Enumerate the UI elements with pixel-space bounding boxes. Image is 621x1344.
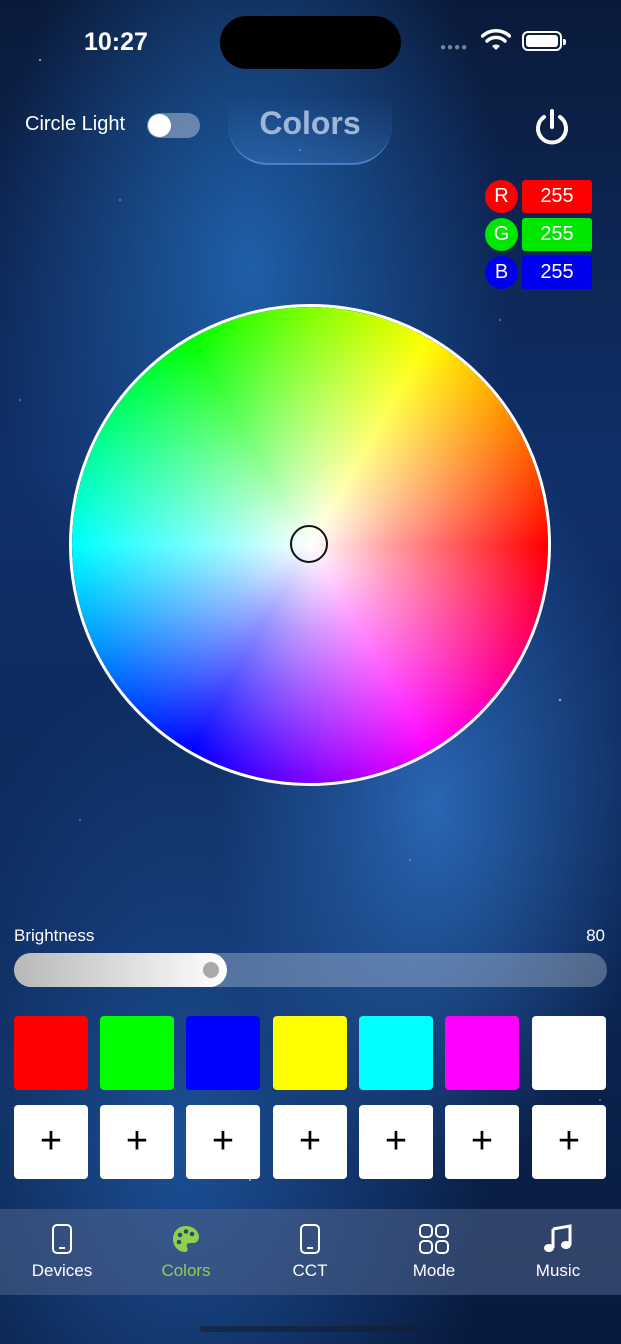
tab-label: Mode — [412, 1261, 456, 1280]
tab-label: Music — [535, 1261, 581, 1280]
status-bar: 10:27 ●●●● — [0, 0, 621, 86]
phone-icon — [300, 1224, 320, 1254]
circle-light-toggle[interactable] — [147, 113, 200, 138]
rgb-value-field[interactable]: 255 — [522, 180, 592, 213]
battery-icon — [522, 31, 566, 51]
rgb-letter: G — [485, 218, 518, 251]
color-swatch[interactable] — [14, 1016, 88, 1090]
circle-light-label: Circle Light — [25, 113, 126, 135]
toggle-knob — [148, 114, 171, 137]
color-swatch[interactable] — [532, 1016, 606, 1090]
tab-label: CCT — [292, 1261, 328, 1280]
color-picker-handle[interactable] — [290, 525, 328, 563]
power-icon[interactable] — [532, 107, 572, 147]
custom-color-slots: + + + + + + + — [14, 1105, 607, 1179]
tab-cct[interactable]: CCT — [248, 1209, 372, 1295]
dynamic-island — [220, 16, 401, 69]
brightness-fill — [14, 953, 227, 987]
color-swatch[interactable] — [186, 1016, 260, 1090]
tab-devices[interactable]: Devices — [0, 1209, 124, 1295]
page-title: Colors — [259, 105, 361, 141]
add-color-button[interactable]: + — [532, 1105, 606, 1179]
add-color-button[interactable]: + — [273, 1105, 347, 1179]
add-color-button[interactable]: + — [359, 1105, 433, 1179]
add-color-button[interactable]: + — [186, 1105, 260, 1179]
home-indicator — [200, 1326, 422, 1332]
wifi-icon — [481, 29, 511, 50]
palette-icon — [173, 1226, 199, 1252]
add-color-button[interactable]: + — [445, 1105, 519, 1179]
color-swatch[interactable] — [445, 1016, 519, 1090]
tab-label: Colors — [161, 1261, 211, 1280]
color-swatch[interactable] — [100, 1016, 174, 1090]
brightness-thumb[interactable] — [203, 962, 219, 978]
brightness-label: Brightness — [14, 926, 95, 945]
color-swatch[interactable] — [273, 1016, 347, 1090]
music-note-icon — [544, 1224, 572, 1252]
rgb-value-field[interactable]: 255 — [522, 218, 592, 251]
color-presets — [14, 1016, 607, 1090]
add-color-button[interactable]: + — [100, 1105, 174, 1179]
tab-mode[interactable]: Mode — [372, 1209, 496, 1295]
rgb-letter: R — [485, 180, 518, 213]
tab-music[interactable]: Music — [496, 1209, 620, 1295]
title-frame: Colors — [228, 95, 392, 165]
brightness-slider[interactable] — [14, 953, 607, 987]
tab-bar: Devices Colors CCT Mode Music — [0, 1209, 621, 1295]
color-swatch[interactable] — [359, 1016, 433, 1090]
rgb-value-field[interactable]: 255 — [522, 256, 592, 289]
brightness-value: 80 — [586, 926, 605, 945]
signal-icon: ●●●● — [440, 42, 469, 53]
status-time: 10:27 — [84, 28, 148, 56]
phone-icon — [52, 1224, 72, 1254]
tab-label: Devices — [31, 1261, 93, 1280]
add-color-button[interactable]: + — [14, 1105, 88, 1179]
tab-colors[interactable]: Colors — [124, 1209, 248, 1295]
grid-icon — [419, 1224, 449, 1254]
rgb-letter: B — [485, 256, 518, 289]
